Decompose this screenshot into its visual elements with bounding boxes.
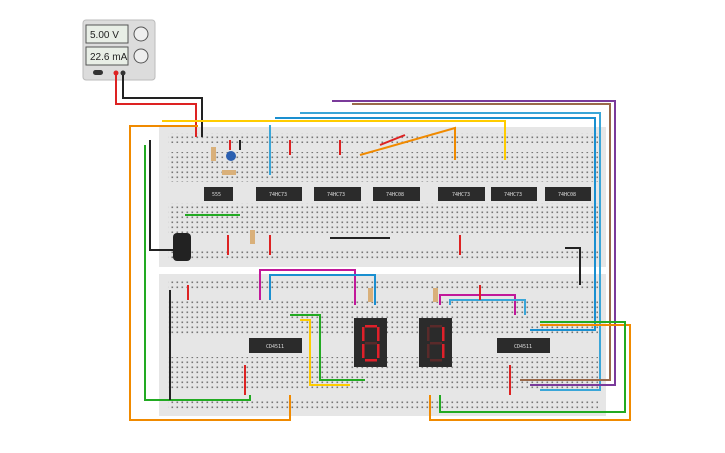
- segment-b: [377, 327, 380, 341]
- chip-74hc08[interactable]: 74HC08: [545, 187, 591, 201]
- resistor[interactable]: [222, 170, 236, 175]
- segment-c: [442, 344, 445, 358]
- seven-segment-display-tens[interactable]: [354, 318, 387, 367]
- chip-555[interactable]: 555: [204, 187, 233, 201]
- voltage-knob[interactable]: [133, 26, 149, 42]
- negative-terminal[interactable]: [120, 70, 126, 76]
- circuit-canvas[interactable]: 5.00 V 22.6 mA 555 74HC73 74HC73 74HC08 …: [0, 0, 725, 453]
- resistor[interactable]: [433, 288, 438, 302]
- positive-terminal[interactable]: [113, 70, 119, 76]
- seven-segment-display-ones[interactable]: [419, 318, 452, 367]
- chip-74hc73[interactable]: 74HC73: [256, 187, 302, 201]
- electrolytic-capacitor[interactable]: [173, 233, 191, 261]
- segment-d: [365, 359, 377, 362]
- power-switch[interactable]: [93, 70, 103, 75]
- chip-74hc08[interactable]: 74HC08: [373, 187, 420, 201]
- chip-label: 74HC73: [504, 192, 522, 198]
- voltage-readout: 5.00 V: [90, 30, 119, 41]
- power-supply[interactable]: 5.00 V 22.6 mA: [82, 19, 156, 81]
- current-knob[interactable]: [133, 48, 149, 64]
- chip-label: 555: [212, 192, 221, 198]
- chip-label: 74HC73: [452, 192, 470, 198]
- chip-label: 74HC73: [269, 192, 287, 198]
- current-readout: 22.6 mA: [90, 52, 128, 63]
- chip-74hc73[interactable]: 74HC73: [491, 187, 537, 201]
- segment-g: [430, 342, 442, 345]
- segment-f: [427, 327, 430, 341]
- resistor[interactable]: [368, 288, 373, 302]
- chip-74hc73[interactable]: 74HC73: [314, 187, 361, 201]
- chip-cd4511[interactable]: CD4511: [249, 338, 302, 353]
- chip-label: 74HC08: [558, 192, 576, 198]
- segment-e: [362, 344, 365, 358]
- chip-label: 74HC73: [327, 192, 345, 198]
- segment-e: [427, 344, 430, 358]
- resistor[interactable]: [211, 147, 216, 161]
- chip-74hc73[interactable]: 74HC73: [438, 187, 485, 201]
- segment-g: [365, 342, 377, 345]
- segment-c: [377, 344, 380, 358]
- chip-label: 74HC08: [386, 192, 404, 198]
- segment-a: [430, 325, 442, 328]
- segment-a: [365, 325, 377, 328]
- chip-cd4511[interactable]: CD4511: [497, 338, 550, 353]
- ceramic-capacitor[interactable]: [226, 151, 236, 161]
- segment-b: [442, 327, 445, 341]
- resistor[interactable]: [250, 230, 255, 244]
- segment-d: [430, 359, 442, 362]
- segment-f: [362, 327, 365, 341]
- chip-label: CD4511: [266, 344, 284, 350]
- chip-label: CD4511: [514, 344, 532, 350]
